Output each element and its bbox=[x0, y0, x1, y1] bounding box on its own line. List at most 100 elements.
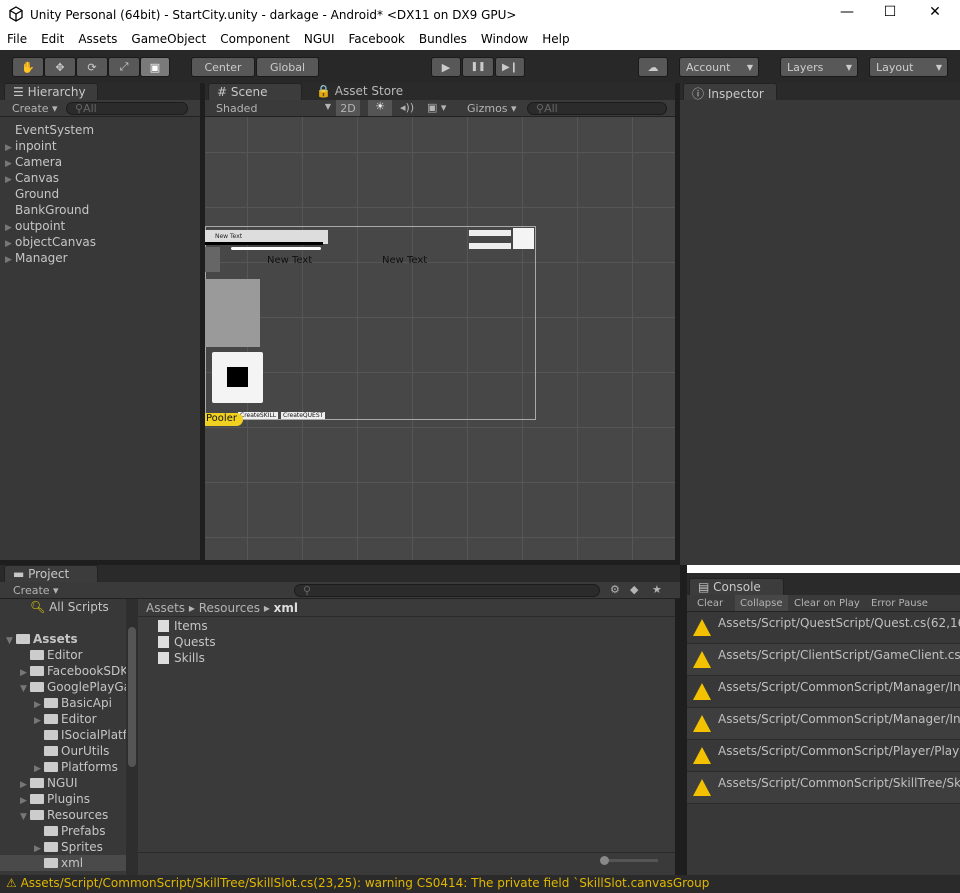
close-button[interactable]: ✕ bbox=[920, 4, 950, 26]
breadcrumb-assets[interactable]: Assets bbox=[146, 601, 185, 615]
hierarchy-item[interactable]: ▶ Manager bbox=[0, 250, 200, 266]
expand-arrow-icon[interactable]: ▶ bbox=[5, 252, 15, 268]
project-folder-item[interactable]: ISocialPlatf bbox=[34, 727, 126, 743]
console-message[interactable]: Assets/Script/QuestScript/Quest.cs(62,16… bbox=[687, 612, 960, 644]
project-folder-item[interactable]: ▶ Sprites bbox=[34, 839, 126, 855]
project-folder-item[interactable]: ▶ Editor bbox=[34, 711, 126, 727]
filter-label-icon[interactable]: ◆ bbox=[630, 583, 638, 596]
all-scripts-item[interactable]: 🔍︎ All Scripts bbox=[30, 599, 109, 615]
console-message[interactable]: Assets/Script/ClientScript/GameClient.cs… bbox=[687, 644, 960, 676]
menu-ngui[interactable]: NGUI bbox=[297, 30, 342, 50]
menu-file[interactable]: File bbox=[0, 30, 34, 50]
folder-label: xml bbox=[61, 856, 84, 870]
2d-toggle[interactable]: 2D bbox=[336, 100, 360, 116]
expand-arrow-icon[interactable]: ▼ bbox=[6, 633, 16, 649]
menu-component[interactable]: Component bbox=[213, 30, 297, 50]
gizmos-dropdown[interactable]: Gizmos ▾ bbox=[467, 102, 517, 115]
project-folder-item[interactable]: ▼ Assets bbox=[6, 631, 126, 647]
move-tool-button[interactable]: ✥ bbox=[44, 57, 76, 77]
project-folder-item[interactable]: ▶ NGUI bbox=[20, 775, 126, 791]
hierarchy-item[interactable]: BankGround bbox=[0, 202, 200, 218]
project-folder-item[interactable]: ▶ Plugins bbox=[20, 791, 126, 807]
account-dropdown[interactable]: Account ▼ bbox=[679, 57, 759, 77]
console-message[interactable]: Assets/Script/CommonScript/Manager/Ins bbox=[687, 676, 960, 708]
scale-tool-button[interactable]: ⤢ bbox=[108, 57, 140, 77]
tree-scrollbar[interactable] bbox=[126, 599, 138, 875]
menu-bundles[interactable]: Bundles bbox=[412, 30, 474, 50]
maximize-button[interactable]: ☐ bbox=[875, 4, 905, 26]
menu-edit[interactable]: Edit bbox=[34, 30, 71, 50]
hierarchy-item[interactable]: Ground bbox=[0, 186, 200, 202]
tab-project[interactable]: ▬ Project bbox=[4, 565, 98, 582]
console-clear-on-play-button[interactable]: Clear on Play bbox=[794, 598, 860, 609]
tab-hierarchy[interactable]: ☰ Hierarchy bbox=[4, 83, 98, 100]
console-collapse-button[interactable]: Collapse bbox=[735, 595, 788, 611]
project-folder-item[interactable]: Editor bbox=[20, 647, 126, 663]
project-create-button[interactable]: Create ▾ bbox=[13, 584, 59, 597]
project-folder-item[interactable]: xml bbox=[0, 855, 126, 871]
expand-arrow-icon[interactable]: ▼ bbox=[20, 681, 30, 697]
hierarchy-item[interactable]: ▶ outpoint bbox=[0, 218, 200, 234]
minimize-button[interactable]: — bbox=[832, 4, 862, 26]
hierarchy-item[interactable]: ▶ Canvas bbox=[0, 170, 200, 186]
project-folder-item[interactable]: ▶ Platforms bbox=[34, 759, 126, 775]
play-button[interactable]: ▶ bbox=[431, 57, 461, 77]
project-folder-item[interactable]: ▶ BasicApi bbox=[34, 695, 126, 711]
cloud-icon[interactable]: ☁ bbox=[638, 57, 668, 77]
folder-icon bbox=[44, 826, 58, 836]
project-folder-item[interactable]: OurUtils bbox=[34, 743, 126, 759]
layout-dropdown[interactable]: Layout ▼ bbox=[869, 57, 948, 77]
menu-help[interactable]: Help bbox=[535, 30, 576, 50]
breadcrumb-resources[interactable]: Resources bbox=[199, 601, 260, 615]
layers-dropdown[interactable]: Layers ▼ bbox=[780, 57, 858, 77]
pivot-global-button[interactable]: Global bbox=[256, 57, 319, 77]
project-folder-item[interactable]: ▼ Resources bbox=[20, 807, 126, 823]
rect-tool-button[interactable]: ▣ bbox=[140, 57, 170, 77]
scene-view[interactable]: New Text New Text New Text CreateSKILL C… bbox=[205, 117, 675, 560]
console-message[interactable]: Assets/Script/CommonScript/SkillTree/Ski bbox=[687, 772, 960, 804]
hierarchy-create-button[interactable]: Create ▾ bbox=[12, 102, 58, 115]
console-error-pause-button[interactable]: Error Pause bbox=[871, 598, 928, 609]
filter-type-icon[interactable]: ⚙ bbox=[610, 583, 620, 596]
icon-size-slider[interactable] bbox=[600, 856, 658, 865]
tab-scene[interactable]: # Scene bbox=[208, 83, 302, 100]
lighting-toggle-icon[interactable]: ☀ bbox=[368, 100, 392, 116]
effects-toggle-icon[interactable]: ▣ ▾ bbox=[427, 101, 446, 114]
menu-gameobject[interactable]: GameObject bbox=[124, 30, 213, 50]
pivot-center-button[interactable]: Center bbox=[191, 57, 255, 77]
hierarchy-item[interactable]: ▶ Camera bbox=[0, 154, 200, 170]
project-search-input[interactable]: ⚲ bbox=[294, 584, 600, 597]
rotate-tool-button[interactable]: ⟳ bbox=[76, 57, 108, 77]
breadcrumb-xml[interactable]: xml bbox=[274, 601, 298, 615]
scene-search-input[interactable]: ⚲All bbox=[527, 102, 667, 115]
console-message[interactable]: Assets/Script/CommonScript/Player/Playe bbox=[687, 740, 960, 772]
expand-arrow-icon[interactable]: ▼ bbox=[20, 809, 30, 825]
menu-assets[interactable]: Assets bbox=[71, 30, 124, 50]
menu-facebook[interactable]: Facebook bbox=[342, 30, 412, 50]
favorite-star-icon[interactable]: ★ bbox=[652, 583, 662, 596]
audio-toggle-icon[interactable]: ◂)) bbox=[400, 101, 414, 114]
project-file-item[interactable]: Skills bbox=[158, 650, 216, 666]
tab-asset-store[interactable]: 🔒 Asset Store bbox=[316, 84, 403, 98]
hierarchy-item-label: Manager bbox=[15, 251, 68, 265]
project-folder-item[interactable]: ▼ GooglePlayGa bbox=[20, 679, 126, 695]
console-clear-button[interactable]: Clear bbox=[697, 598, 723, 609]
project-file-item[interactable]: Quests bbox=[158, 634, 216, 650]
project-folder-item[interactable]: ▶ FacebookSDK bbox=[20, 663, 126, 679]
console-message[interactable]: Assets/Script/CommonScript/Manager/Ins bbox=[687, 708, 960, 740]
hierarchy-item[interactable]: EventSystem bbox=[0, 122, 200, 138]
step-button[interactable]: ▶❙ bbox=[495, 57, 525, 77]
hierarchy-item[interactable]: ▶ inpoint bbox=[0, 138, 200, 154]
status-bar[interactable]: ⚠ Assets/Script/CommonScript/SkillTree/S… bbox=[0, 875, 960, 893]
tab-inspector[interactable]: ⓘ Inspector bbox=[683, 83, 777, 101]
tab-console[interactable]: ▤ Console bbox=[689, 578, 784, 595]
hierarchy-item[interactable]: ▶ objectCanvas bbox=[0, 234, 200, 250]
pause-button[interactable]: ❚❚ bbox=[462, 57, 494, 77]
scene-bar-white bbox=[231, 247, 321, 250]
shading-dropdown[interactable]: Shaded ▼ bbox=[216, 102, 331, 115]
menu-window[interactable]: Window bbox=[474, 30, 535, 50]
project-file-item[interactable]: Items bbox=[158, 618, 216, 634]
project-folder-item[interactable]: Prefabs bbox=[34, 823, 126, 839]
hand-tool-button[interactable]: ✋ bbox=[12, 57, 44, 77]
hierarchy-search-input[interactable]: ⚲All bbox=[66, 102, 188, 115]
